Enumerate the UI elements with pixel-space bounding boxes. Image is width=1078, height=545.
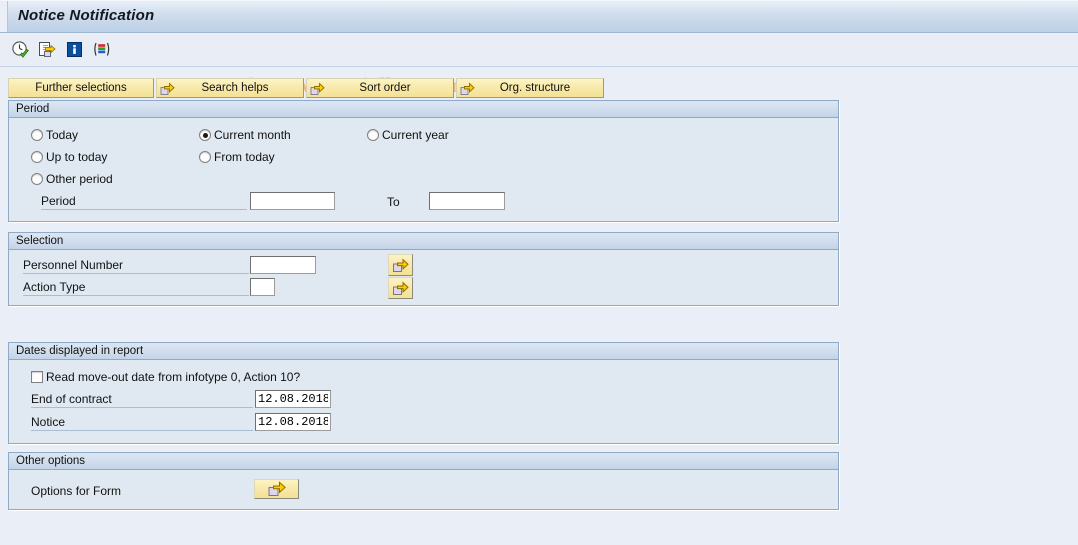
radio-current-month-indicator[interactable] — [199, 129, 211, 141]
search-helps-button[interactable]: Search helps — [156, 78, 304, 98]
dates-panel-header: Dates displayed in report — [9, 343, 838, 360]
info-icon[interactable] — [64, 39, 84, 59]
radio-today-indicator[interactable] — [31, 129, 43, 141]
notice-label: Notice — [31, 413, 253, 431]
selection-panel-header: Selection — [9, 233, 838, 250]
further-selections-label: Further selections — [35, 82, 127, 94]
read-move-out-date-label: Read move-out date from infotype 0, Acti… — [46, 370, 301, 384]
read-move-out-date-checkbox[interactable] — [31, 371, 43, 383]
sap-selection-screen: Notice Notification Further selections S… — [0, 0, 1078, 545]
variant-icon[interactable] — [91, 39, 111, 59]
radio-up-to-today-indicator[interactable] — [31, 151, 43, 163]
window-title-bar: Notice Notification — [0, 0, 1078, 33]
options-for-form-button[interactable] — [254, 479, 299, 499]
arrow-right-icon — [160, 81, 175, 96]
radio-current-year-label: Current year — [382, 128, 449, 142]
radio-current-year[interactable]: Current year — [367, 128, 449, 142]
search-helps-label: Search helps — [201, 82, 269, 94]
selection-panel: Selection Personnel Number Action Type — [8, 232, 839, 306]
sort-order-button[interactable]: Sort order — [306, 78, 454, 98]
end-of-contract-label: End of contract — [31, 390, 253, 408]
selection-screen-button-row: Further selections Search helps Sort ord… — [8, 78, 604, 98]
other-options-panel-header: Other options — [9, 453, 838, 470]
radio-today[interactable]: Today — [31, 128, 78, 142]
period-panel-header: Period — [9, 101, 838, 118]
radio-today-label: Today — [46, 128, 79, 142]
personnel-number-multi-select[interactable] — [388, 254, 413, 276]
radio-current-month[interactable]: Current month — [199, 128, 291, 142]
radio-up-to-today-label: Up to today — [46, 150, 108, 164]
options-for-form-label: Options for Form — [31, 484, 122, 498]
further-selections-button[interactable]: Further selections — [8, 78, 154, 98]
read-move-out-date-checkbox-row[interactable]: Read move-out date from infotype 0, Acti… — [31, 370, 300, 384]
radio-from-today[interactable]: From today — [199, 150, 275, 164]
radio-from-today-indicator[interactable] — [199, 151, 211, 163]
notice-input[interactable] — [255, 413, 331, 431]
period-field-label: Period — [41, 192, 247, 210]
action-type-input[interactable] — [250, 278, 275, 296]
title-bar-left-gutter — [0, 1, 8, 32]
radio-other-period[interactable]: Other period — [31, 172, 113, 186]
radio-other-period-label: Other period — [46, 172, 113, 186]
radio-from-today-label: From today — [214, 150, 275, 164]
personnel-number-label: Personnel Number — [23, 256, 249, 274]
action-type-label: Action Type — [23, 278, 249, 296]
personnel-number-input[interactable] — [250, 256, 316, 274]
period-panel: Period Today Current month Current year … — [8, 100, 839, 222]
end-of-contract-input[interactable] — [255, 390, 331, 408]
radio-current-month-label: Current month — [214, 128, 291, 142]
arrow-right-icon — [310, 81, 325, 96]
radio-other-period-indicator[interactable] — [31, 173, 43, 185]
org-structure-button[interactable]: Org. structure — [456, 78, 604, 98]
org-structure-label: Org. structure — [499, 82, 571, 94]
toolbar-icon-group — [10, 39, 111, 59]
execute-background-icon[interactable] — [37, 39, 57, 59]
page-title: Notice Notification — [18, 7, 155, 24]
action-type-multi-select[interactable] — [388, 277, 413, 299]
application-toolbar: © www.tutorialkart.com — [0, 34, 1078, 97]
period-to-input[interactable] — [429, 192, 505, 210]
radio-current-year-indicator[interactable] — [367, 129, 379, 141]
dates-displayed-panel: Dates displayed in report Read move-out … — [8, 342, 839, 444]
radio-up-to-today[interactable]: Up to today — [31, 150, 107, 164]
period-from-input[interactable] — [250, 192, 335, 210]
period-to-label: To — [387, 195, 400, 209]
arrow-right-icon — [460, 81, 475, 96]
other-options-panel: Other options Options for Form — [8, 452, 839, 510]
execute-clock-icon[interactable] — [10, 39, 30, 59]
sort-order-label: Sort order — [359, 82, 411, 94]
